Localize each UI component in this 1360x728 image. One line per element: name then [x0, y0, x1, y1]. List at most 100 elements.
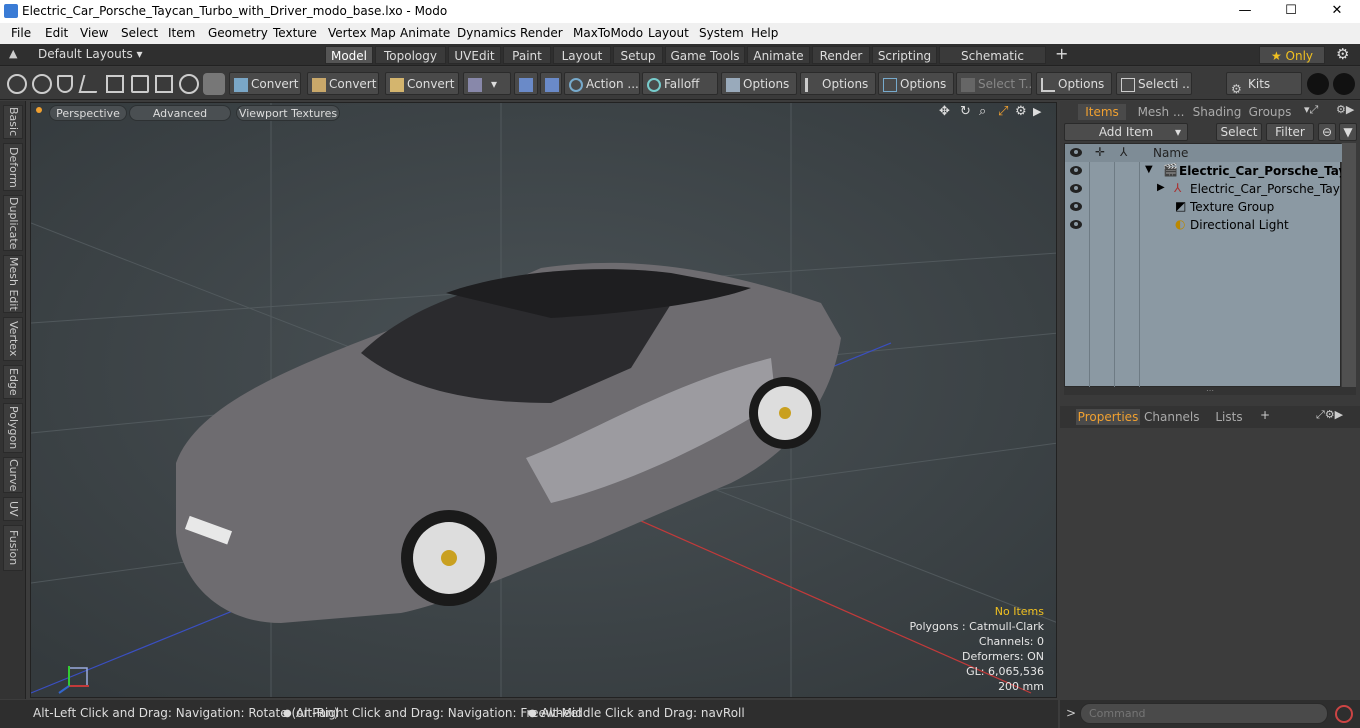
visibility-eye-icon[interactable] [1070, 184, 1082, 193]
menu-system[interactable]: System [699, 26, 744, 40]
items-scrollbar[interactable] [1342, 143, 1356, 387]
tab-mesh-edit[interactable]: Mesh Edit [3, 255, 23, 313]
menu-geometry[interactable]: Geometry [208, 26, 268, 40]
kits-button[interactable]: ⚙ Kits [1226, 72, 1302, 95]
expand-arrow-icon[interactable]: ▼ [1145, 164, 1153, 175]
viewport-textures-dropdown[interactable]: Viewport Textures [236, 105, 340, 121]
expand-arrow-icon[interactable]: ▶ [1157, 182, 1165, 193]
menu-vertex-map[interactable]: Vertex Map [328, 26, 396, 40]
list-item[interactable]: ▼ 🎬 Electric_Car_Porsche_Tay... [1065, 162, 1342, 180]
action-center-button[interactable]: Action ... [564, 72, 640, 95]
fit-view-icon[interactable]: ⤢ [998, 104, 1008, 119]
collapse-up-icon[interactable]: ▲ [9, 47, 17, 60]
options-button-1[interactable]: Options [721, 72, 797, 95]
menu-dynamics[interactable]: Dynamics [457, 26, 516, 40]
command-record-icon[interactable] [1335, 705, 1353, 723]
viewport-menu-dot[interactable] [36, 107, 42, 113]
menu-maxtomodo[interactable]: MaxToModo [573, 26, 643, 40]
tab-scripting[interactable]: Scripting [872, 46, 937, 64]
mesh-type-dropdown[interactable]: ▾ [463, 72, 511, 95]
funnel-icon[interactable]: ▼ [1339, 123, 1357, 141]
command-input[interactable] [1080, 703, 1328, 724]
falloff-button[interactable]: Falloff [642, 72, 718, 95]
pivot-select-icon[interactable] [179, 74, 199, 94]
menu-help[interactable]: Help [751, 26, 778, 40]
options-button-2[interactable]: Options [800, 72, 876, 95]
options-button-4[interactable]: Options [1036, 72, 1112, 95]
tab-curve[interactable]: Curve [3, 457, 23, 493]
tab-topology[interactable]: Topology [375, 46, 446, 64]
modo-logo-icon[interactable] [1307, 73, 1329, 95]
panel-options-icon[interactable]: ⚙▶ [1336, 103, 1354, 116]
solid-shade-icon[interactable] [203, 73, 225, 95]
list-item[interactable]: ◩ Texture Group [1065, 198, 1342, 216]
minimize-button[interactable]: — [1222, 0, 1268, 23]
tab-setup[interactable]: Setup [613, 46, 663, 64]
tab-animate[interactable]: Animate [747, 46, 810, 64]
collapse-icon[interactable]: ⊖ [1318, 123, 1336, 141]
select-through-button[interactable]: Select T... [956, 72, 1032, 95]
item-select-icon[interactable] [131, 75, 149, 93]
menu-texture[interactable]: Texture [273, 26, 317, 40]
add-tab-button[interactable]: + [1055, 44, 1068, 63]
selection-sets-button[interactable]: Selecti ... [1116, 72, 1192, 95]
material-select-icon[interactable] [155, 75, 173, 93]
add-item-dropdown[interactable]: Add Item ▾ [1064, 123, 1188, 141]
tab-paint[interactable]: Paint [503, 46, 551, 64]
workplane-icon[interactable] [540, 72, 562, 95]
tab-basic[interactable]: Basic [3, 105, 23, 139]
visibility-eye-icon[interactable] [1070, 202, 1082, 211]
tab-vertex[interactable]: Vertex [3, 317, 23, 361]
tab-schematic-fusion[interactable]: Schematic Fusion [939, 46, 1046, 81]
convert-button-3[interactable]: Convert [385, 72, 459, 95]
tab-shading[interactable]: Shading [1192, 104, 1242, 120]
symmetry-icon[interactable] [514, 72, 538, 95]
pen-tool-icon[interactable] [57, 75, 73, 93]
menu-file[interactable]: File [11, 26, 31, 40]
default-layouts-dropdown[interactable]: Default Layouts ▾ [38, 47, 143, 61]
menu-layout[interactable]: Layout [648, 26, 689, 40]
zoom-icon[interactable]: ⌕ [979, 104, 986, 119]
select-button[interactable]: Select [1216, 123, 1262, 141]
pan-icon[interactable]: ✥ [939, 104, 950, 119]
list-item[interactable]: ▶ ⅄ Electric_Car_Porsche_Tayca ... [1065, 180, 1342, 198]
panel-resize-handle[interactable]: ⋯ [1064, 387, 1356, 395]
globe-icon[interactable] [32, 74, 52, 94]
advanced-shading-dropdown[interactable]: Advanced [129, 105, 231, 121]
tab-model[interactable]: Model [325, 46, 373, 64]
close-button[interactable]: ✕ [1314, 0, 1360, 23]
only-toggle[interactable]: ★ Only [1259, 46, 1325, 64]
tab-properties[interactable]: Properties [1076, 409, 1140, 425]
unreal-logo-icon[interactable] [1333, 73, 1355, 95]
rotate-view-icon[interactable]: ↻ [960, 104, 971, 119]
list-item[interactable]: ◐ Directional Light [1065, 216, 1342, 234]
edge-tool-icon[interactable] [78, 75, 102, 93]
menu-animate[interactable]: Animate [400, 26, 450, 40]
visibility-eye-icon[interactable] [1070, 166, 1082, 175]
convert-button-2[interactable]: Convert [307, 72, 379, 95]
menu-edit[interactable]: Edit [45, 26, 68, 40]
tab-uv[interactable]: UV [3, 497, 23, 521]
gear-icon[interactable]: ⚙ [1336, 45, 1349, 63]
tab-items[interactable]: Items [1078, 104, 1126, 120]
3d-viewport[interactable]: Perspective Advanced Viewport Textures ✥… [30, 102, 1057, 698]
add-panel-tab-button[interactable]: + [1260, 408, 1270, 422]
tab-lists[interactable]: Lists [1206, 409, 1252, 425]
tab-channels[interactable]: Channels [1144, 409, 1200, 425]
visibility-eye-icon[interactable] [1070, 220, 1082, 229]
viewport-gear-icon[interactable]: ⚙ [1015, 104, 1027, 119]
menu-render[interactable]: Render [520, 26, 563, 40]
tab-duplicate[interactable]: Duplicate [3, 195, 23, 251]
tab-render[interactable]: Render [812, 46, 870, 64]
tab-groups[interactable]: Groups [1246, 104, 1294, 120]
tab-fusion[interactable]: Fusion [3, 525, 23, 571]
tab-mesh[interactable]: Mesh ... [1134, 104, 1188, 120]
tab-edge[interactable]: Edge [3, 365, 23, 399]
viewport-expand-icon[interactable]: ▶ [1033, 105, 1041, 118]
tab-uvedit[interactable]: UVEdit [448, 46, 501, 64]
options-button-3[interactable]: Options [878, 72, 954, 95]
polygon-select-icon[interactable] [106, 75, 124, 93]
tab-deform[interactable]: Deform [3, 143, 23, 191]
tab-polygon[interactable]: Polygon [3, 403, 23, 453]
panel-menu-icon[interactable]: ▾⤢ [1304, 103, 1318, 117]
